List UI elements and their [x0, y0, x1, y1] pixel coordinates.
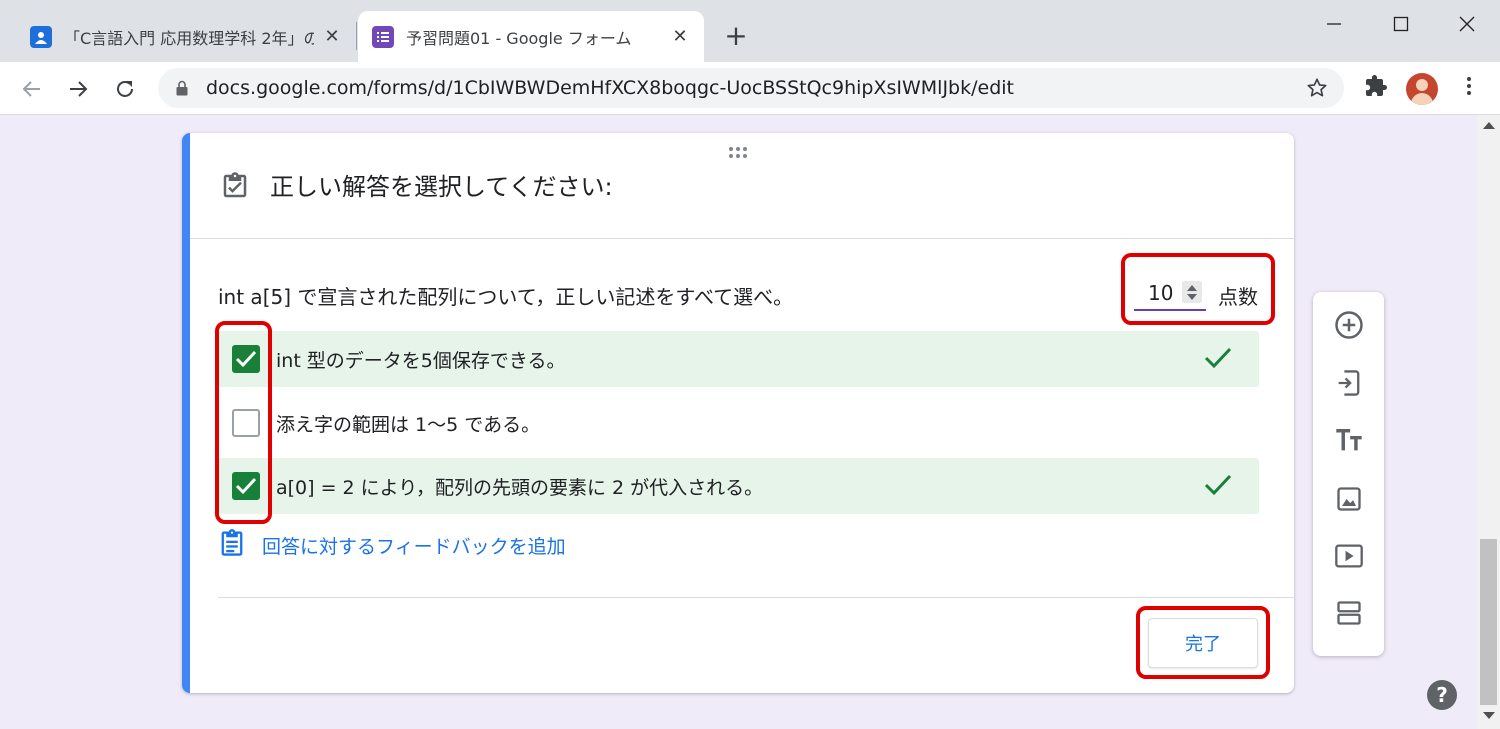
- maximize-icon[interactable]: [1389, 12, 1413, 36]
- option-text: 添え字の範囲は 1～5 である。: [276, 414, 541, 436]
- extensions-puzzle-icon[interactable]: [1364, 74, 1388, 102]
- add-question-icon[interactable]: [1332, 308, 1366, 342]
- scroll-up-icon[interactable]: [1483, 122, 1495, 129]
- answer-option-2[interactable]: 添え字の範囲は 1～5 である。: [218, 395, 1259, 451]
- header-title: 正しい解答を選択してください:: [270, 173, 613, 201]
- card-divider: [218, 597, 1294, 598]
- feedback-link-label: 回答に対するフィードバックを追加: [262, 535, 566, 558]
- minimize-icon[interactable]: [1322, 12, 1346, 36]
- avatar-head: [1416, 79, 1428, 91]
- scroll-thumb[interactable]: [1480, 539, 1497, 705]
- correct-answer-checkbox[interactable]: [232, 472, 260, 500]
- form-editor-page: 正しい解答を選択してください: int a[5] で宣言された配列について，正し…: [0, 115, 1477, 729]
- spin-down-icon[interactable]: [1187, 294, 1197, 300]
- lock-icon: [176, 80, 188, 100]
- tab-separator: [356, 22, 357, 50]
- answer-option-3[interactable]: a[0] = 2 により，配列の先頭の要素に 2 が代入される。: [218, 458, 1259, 514]
- card-focus-accent: [182, 133, 190, 693]
- bookmark-star-icon[interactable]: [1306, 77, 1328, 103]
- browser-tab-strip: 「C言語入門 応用数理学科 2年」の ✕ 予習問題01 - Google フォー…: [0, 0, 1500, 62]
- reload-icon[interactable]: [111, 75, 139, 103]
- close-window-icon[interactable]: [1455, 12, 1479, 36]
- answer-key-header: 正しい解答を選択してください:: [190, 133, 1294, 239]
- correct-check-icon: [1204, 472, 1232, 502]
- spin-up-icon[interactable]: [1187, 285, 1197, 291]
- import-questions-icon[interactable]: [1332, 366, 1366, 400]
- google-forms-icon: [372, 25, 394, 48]
- avatar-body: [1411, 93, 1433, 105]
- points-value: 10: [1148, 281, 1174, 305]
- add-image-icon[interactable]: [1332, 482, 1366, 516]
- address-bar[interactable]: docs.google.com/forms/d/1CbIWBWDemHfXCX8…: [158, 68, 1344, 108]
- close-tab-icon[interactable]: ✕: [670, 26, 690, 47]
- forward-icon[interactable]: [64, 75, 92, 103]
- scroll-down-icon[interactable]: [1483, 712, 1495, 719]
- browser-toolbar: docs.google.com/forms/d/1CbIWBWDemHfXCX8…: [0, 62, 1500, 115]
- correct-answer-checkbox[interactable]: [232, 345, 260, 373]
- clipboard-check-icon: [220, 171, 250, 205]
- question-card: 正しい解答を選択してください: int a[5] で宣言された配列について，正し…: [182, 133, 1294, 693]
- add-video-icon[interactable]: [1332, 539, 1366, 573]
- tab-google-forms[interactable]: 予習問題01 - Google フォーム ✕: [358, 11, 704, 62]
- add-title-icon[interactable]: [1332, 423, 1366, 457]
- add-feedback-link[interactable]: 回答に対するフィードバックを追加: [218, 529, 566, 561]
- google-classroom-icon: [30, 25, 52, 48]
- back-icon[interactable]: [18, 75, 46, 103]
- close-tab-icon[interactable]: ✕: [322, 26, 342, 47]
- new-tab-button[interactable]: +: [722, 22, 750, 51]
- points-input[interactable]: 10: [1134, 275, 1206, 311]
- browser-menu-icon[interactable]: [1457, 74, 1481, 102]
- done-button[interactable]: 完了: [1148, 618, 1258, 668]
- option-text: int 型のデータを5個保存できる。: [276, 350, 566, 372]
- floating-toolbar: [1313, 292, 1384, 656]
- correct-answer-checkbox[interactable]: [232, 409, 260, 437]
- option-text: a[0] = 2 により，配列の先頭の要素に 2 が代入される。: [276, 477, 764, 499]
- page-scrollbar[interactable]: [1477, 115, 1500, 729]
- tab-classroom[interactable]: 「C言語入門 応用数理学科 2年」の ✕: [16, 11, 356, 62]
- points-label: 点数: [1218, 285, 1258, 309]
- feedback-clipboard-icon: [218, 528, 246, 562]
- correct-check-icon: [1204, 345, 1232, 375]
- add-section-icon[interactable]: [1332, 596, 1366, 630]
- question-text: int a[5] で宣言された配列について，正しい記述をすべて選べ。: [218, 285, 794, 309]
- url-text: docs.google.com/forms/d/1CbIWBWDemHfXCX8…: [206, 77, 1015, 99]
- points-spinner[interactable]: [1182, 281, 1202, 303]
- tab-title: 「C言語入門 応用数理学科 2年」の: [64, 28, 314, 48]
- answer-option-1[interactable]: int 型のデータを5個保存できる。: [218, 331, 1259, 387]
- help-icon[interactable]: ?: [1427, 680, 1457, 710]
- tab-title: 予習問題01 - Google フォーム: [406, 28, 632, 48]
- profile-avatar[interactable]: [1406, 73, 1438, 105]
